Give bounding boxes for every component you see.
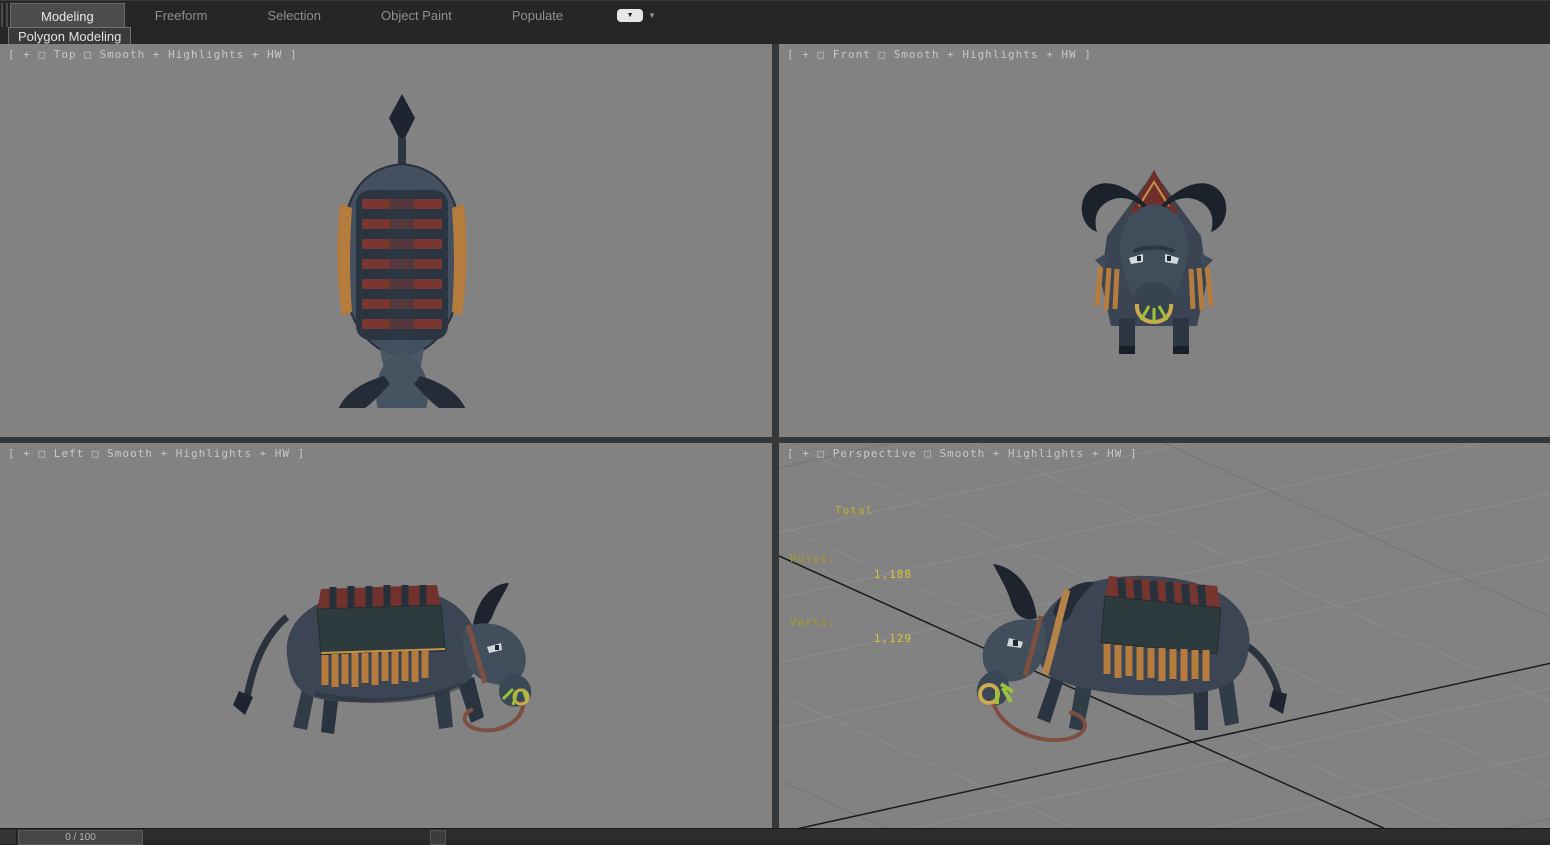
viewport-perspective-label[interactable]: [ + □ Perspective □ Smooth + Highlights … [787,447,1138,460]
tab-populate[interactable]: Populate [482,3,593,28]
time-slider-bar: 0 / 100 [0,828,1550,845]
viewport-left-label[interactable]: [ + □ Left □ Smooth + Highlights + HW ] [8,447,305,460]
viewport-top[interactable]: [ + □ Top □ Smooth + Highlights + HW ] [0,44,772,437]
model-left-view[interactable] [225,555,545,740]
timeline-start-button[interactable] [0,830,17,844]
panel-polygon-modeling[interactable]: Polygon Modeling [8,27,132,45]
model-perspective-view[interactable] [949,538,1309,788]
ribbon-minimize-button[interactable]: ▼ [617,9,644,22]
viewport-perspective[interactable]: [ + □ Perspective □ Smooth + Highlights … [779,443,1550,828]
viewport-front-label[interactable]: [ + □ Front □ Smooth + Highlights + HW ] [787,48,1092,61]
stats-verts-label: Verts: [790,616,836,629]
tab-selection[interactable]: Selection [238,3,351,28]
stats-polys-value: 1,188 [873,568,912,581]
tab-modeling[interactable]: Modeling [10,3,125,28]
tab-freeform[interactable]: Freeform [125,3,238,28]
viewport-top-label[interactable]: [ + □ Top □ Smooth + Highlights + HW ] [8,48,298,61]
chevron-down-icon[interactable]: ▼ [648,11,656,20]
ribbon-tab-row: Modeling Freeform Selection Object Paint… [0,1,1550,28]
ribbon-panel-row: Polygon Modeling [0,27,1550,45]
viewport-quad: [ + □ Top □ Smooth + Highlights + HW ] [… [0,44,1550,828]
viewport-left[interactable]: [ + □ Left □ Smooth + Highlights + HW ] [0,443,772,828]
tab-object-paint[interactable]: Object Paint [351,3,482,28]
viewport-front[interactable]: [ + □ Front □ Smooth + Highlights + HW ] [779,44,1550,437]
ribbon-grip[interactable] [1,3,4,27]
stats-polys-label: Polys: [790,552,836,565]
statistics-readout: Total Polys: 1,188 Verts: 1,129 [790,471,912,679]
model-top-view[interactable] [332,86,472,408]
ribbon: Modeling Freeform Selection Object Paint… [0,0,1550,45]
ribbon-grip[interactable] [6,3,9,27]
timeline-next-frame-button[interactable] [430,830,446,845]
model-front-view[interactable] [1079,166,1229,361]
time-slider-thumb[interactable]: 0 / 100 [18,830,143,845]
stats-total: Total [835,504,874,517]
stats-verts-value: 1,129 [873,632,912,645]
